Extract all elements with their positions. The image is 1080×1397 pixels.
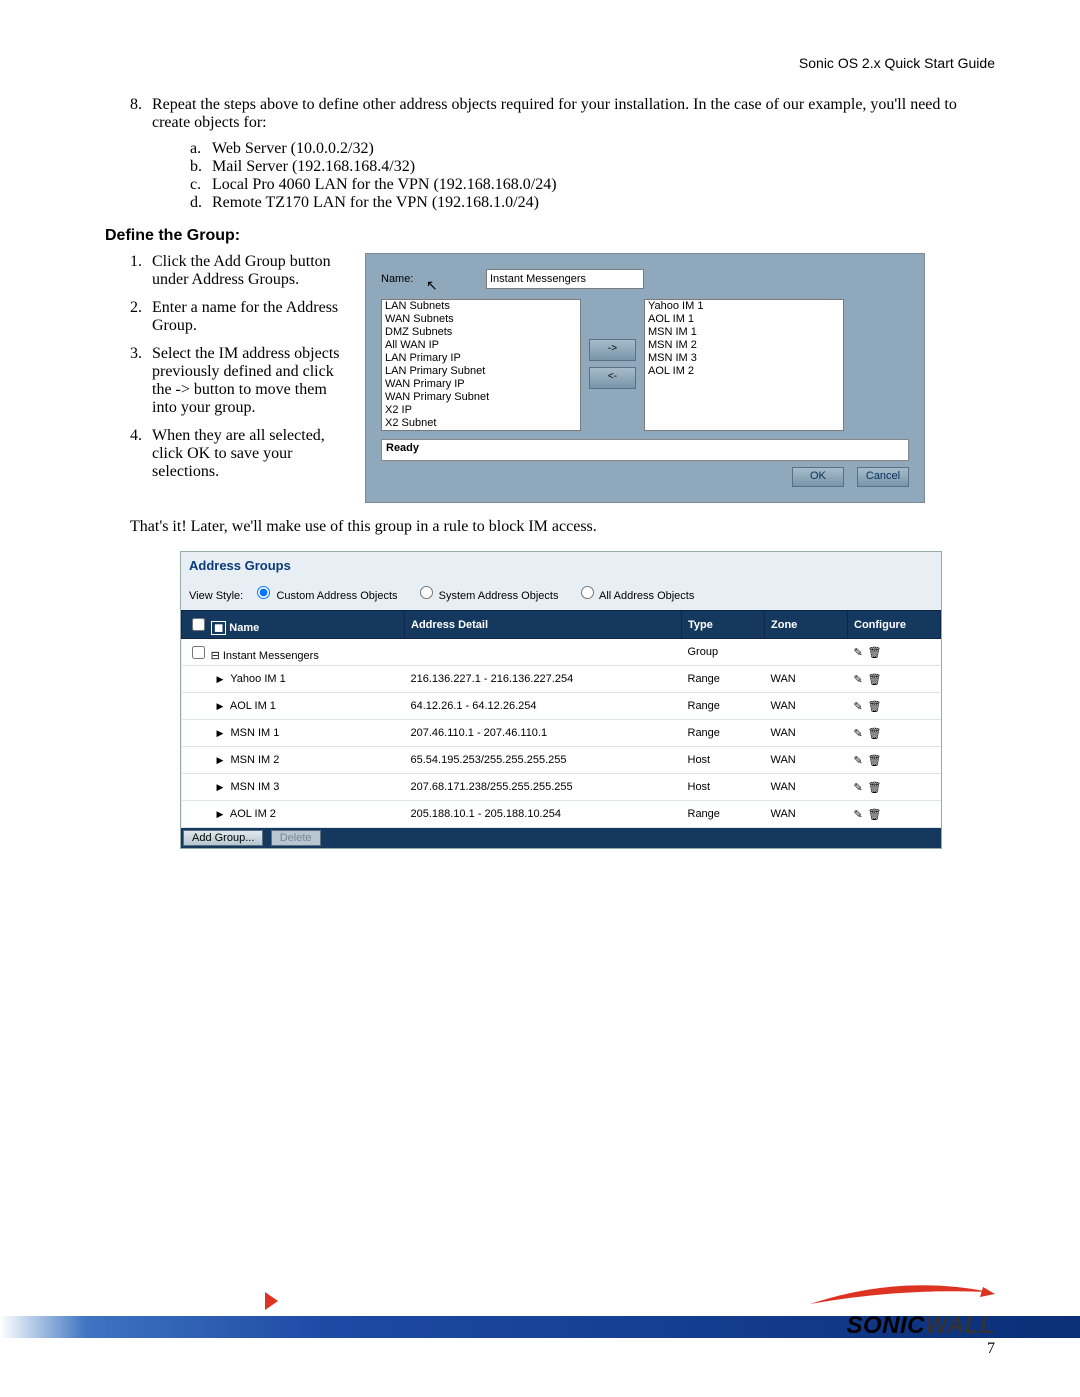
sub-step: a.Web Server (10.0.0.2/32) bbox=[190, 140, 995, 158]
view-style-label: View Style: bbox=[189, 590, 243, 602]
col-detail: Address Detail bbox=[405, 611, 682, 639]
sub-step: b.Mail Server (192.168.168.4/32) bbox=[190, 158, 995, 176]
edit-icon[interactable]: ✎ bbox=[854, 700, 868, 713]
available-list[interactable]: LAN SubnetsWAN SubnetsDMZ SubnetsAll WAN… bbox=[381, 299, 581, 431]
page-number: 7 bbox=[987, 1340, 995, 1358]
view-opt-system[interactable]: System Address Objects bbox=[415, 590, 559, 602]
cancel-button[interactable]: Cancel bbox=[857, 467, 909, 487]
collapse-icon[interactable]: ⊟ bbox=[211, 650, 220, 662]
move-left-button[interactable]: <- bbox=[589, 367, 636, 389]
delete-icon[interactable]: 🗑 bbox=[868, 754, 882, 767]
address-groups-table: ◼ Name Address Detail Type Zone Configur… bbox=[181, 610, 941, 828]
delete-icon[interactable]: 🗑 bbox=[868, 808, 882, 821]
table-row: ▶ MSN IM 265.54.195.253/255.255.255.255H… bbox=[182, 747, 941, 774]
list-item[interactable]: MSN IM 2 bbox=[645, 339, 843, 352]
step-item: 3.Select the IM address objects previous… bbox=[130, 345, 345, 417]
list-item[interactable]: LAN Primary IP bbox=[382, 352, 580, 365]
list-item[interactable]: LAN Primary Subnet bbox=[382, 365, 580, 378]
list-item[interactable]: MSN IM 1 bbox=[645, 326, 843, 339]
table-row: ▶ Yahoo IM 1216.136.227.1 - 216.136.227.… bbox=[182, 666, 941, 693]
arrow-icon: ▶ bbox=[217, 674, 224, 684]
selected-list[interactable]: Yahoo IM 1AOL IM 1MSN IM 1MSN IM 2MSN IM… bbox=[644, 299, 844, 431]
delete-icon[interactable]: 🗑 bbox=[868, 781, 882, 794]
edit-icon[interactable]: ✎ bbox=[854, 673, 868, 686]
delete-icon[interactable]: 🗑 bbox=[868, 646, 882, 659]
edit-icon[interactable]: ✎ bbox=[854, 646, 868, 659]
view-style-row: View Style: Custom Address Objects Syste… bbox=[181, 583, 941, 610]
sonicwall-logo: SONICWALL bbox=[805, 1282, 995, 1340]
list-item[interactable]: WAN Primary IP bbox=[382, 378, 580, 391]
document-header: Sonic OS 2.x Quick Start Guide bbox=[85, 55, 995, 71]
list-item[interactable]: X2 IP bbox=[382, 404, 580, 417]
col-type: Type bbox=[682, 611, 765, 639]
view-opt-custom[interactable]: Custom Address Objects bbox=[252, 590, 397, 602]
table-row: ▶ AOL IM 2205.188.10.1 - 205.188.10.254R… bbox=[182, 801, 941, 828]
edit-icon[interactable]: ✎ bbox=[854, 727, 868, 740]
edit-icon[interactable]: ✎ bbox=[854, 754, 868, 767]
list-item[interactable]: Yahoo IM 1 bbox=[645, 300, 843, 313]
arrow-icon: ▶ bbox=[217, 782, 224, 792]
arrow-icon: ▶ bbox=[217, 728, 224, 738]
delete-icon[interactable]: 🗑 bbox=[868, 727, 882, 740]
row-checkbox[interactable] bbox=[192, 646, 205, 659]
col-configure: Configure bbox=[848, 611, 941, 639]
move-right-button[interactable]: -> bbox=[589, 339, 636, 361]
add-group-dialog: ↖ Name: LAN SubnetsWAN SubnetsDMZ Subnet… bbox=[365, 253, 925, 503]
group-name-input[interactable] bbox=[486, 269, 644, 289]
panel-title: Address Groups bbox=[181, 552, 941, 583]
table-row: ▶ MSN IM 3207.68.171.238/255.255.255.255… bbox=[182, 774, 941, 801]
col-name: Name bbox=[229, 622, 259, 634]
cursor-icon: ↖ bbox=[426, 277, 438, 294]
select-all-checkbox[interactable] bbox=[192, 618, 205, 631]
delete-icon[interactable]: 🗑 bbox=[868, 700, 882, 713]
step-item: 1.Click the Add Group button under Addre… bbox=[130, 253, 345, 289]
table-row: ▶ AOL IM 164.12.26.1 - 64.12.26.254Range… bbox=[182, 693, 941, 720]
list-item[interactable]: All WAN IP bbox=[382, 339, 580, 352]
list-item[interactable]: LAN Subnets bbox=[382, 300, 580, 313]
step-item: 4.When they are all selected, click OK t… bbox=[130, 427, 345, 481]
list-item[interactable]: DMZ Subnets bbox=[382, 326, 580, 339]
list-item[interactable]: MSN IM 3 bbox=[645, 352, 843, 365]
arrow-icon: ▶ bbox=[217, 755, 224, 765]
list-item[interactable]: X2 Subnet bbox=[382, 417, 580, 430]
view-opt-all[interactable]: All Address Objects bbox=[576, 590, 695, 602]
triangle-icon bbox=[265, 1292, 278, 1310]
edit-icon[interactable]: ✎ bbox=[854, 781, 868, 794]
table-row: ▶ MSN IM 1207.46.110.1 - 207.46.110.1Ran… bbox=[182, 720, 941, 747]
list-item[interactable]: WAN Subnets bbox=[382, 313, 580, 326]
closing-paragraph: That's it! Later, we'll make use of this… bbox=[130, 518, 995, 536]
col-zone: Zone bbox=[765, 611, 848, 639]
add-group-button[interactable]: Add Group... bbox=[183, 830, 263, 846]
sub-step: d.Remote TZ170 LAN for the VPN (192.168.… bbox=[190, 194, 995, 212]
sub-step: c.Local Pro 4060 LAN for the VPN (192.16… bbox=[190, 176, 995, 194]
list-item[interactable]: AOL IM 1 bbox=[645, 313, 843, 326]
step-marker: 8. bbox=[130, 96, 152, 132]
address-groups-panel: Address Groups View Style: Custom Addres… bbox=[180, 551, 942, 849]
status-bar: Ready bbox=[381, 439, 909, 461]
list-item[interactable]: WAN Primary Subnet bbox=[382, 391, 580, 404]
table-row: ⊟ Instant MessengersGroup✎🗑 bbox=[182, 639, 941, 666]
delete-button[interactable]: Delete bbox=[271, 830, 321, 846]
section-heading: Define the Group: bbox=[105, 227, 995, 245]
list-item[interactable]: AOL IM 2 bbox=[645, 365, 843, 378]
delete-icon[interactable]: 🗑 bbox=[868, 673, 882, 686]
step-item: 8. Repeat the steps above to define othe… bbox=[130, 96, 995, 132]
arrow-icon: ▶ bbox=[217, 701, 224, 711]
step-item: 2.Enter a name for the Address Group. bbox=[130, 299, 345, 335]
step-text: Repeat the steps above to define other a… bbox=[152, 96, 995, 132]
edit-icon[interactable]: ✎ bbox=[854, 808, 868, 821]
ok-button[interactable]: OK bbox=[792, 467, 844, 487]
arrow-icon: ▶ bbox=[217, 809, 224, 819]
